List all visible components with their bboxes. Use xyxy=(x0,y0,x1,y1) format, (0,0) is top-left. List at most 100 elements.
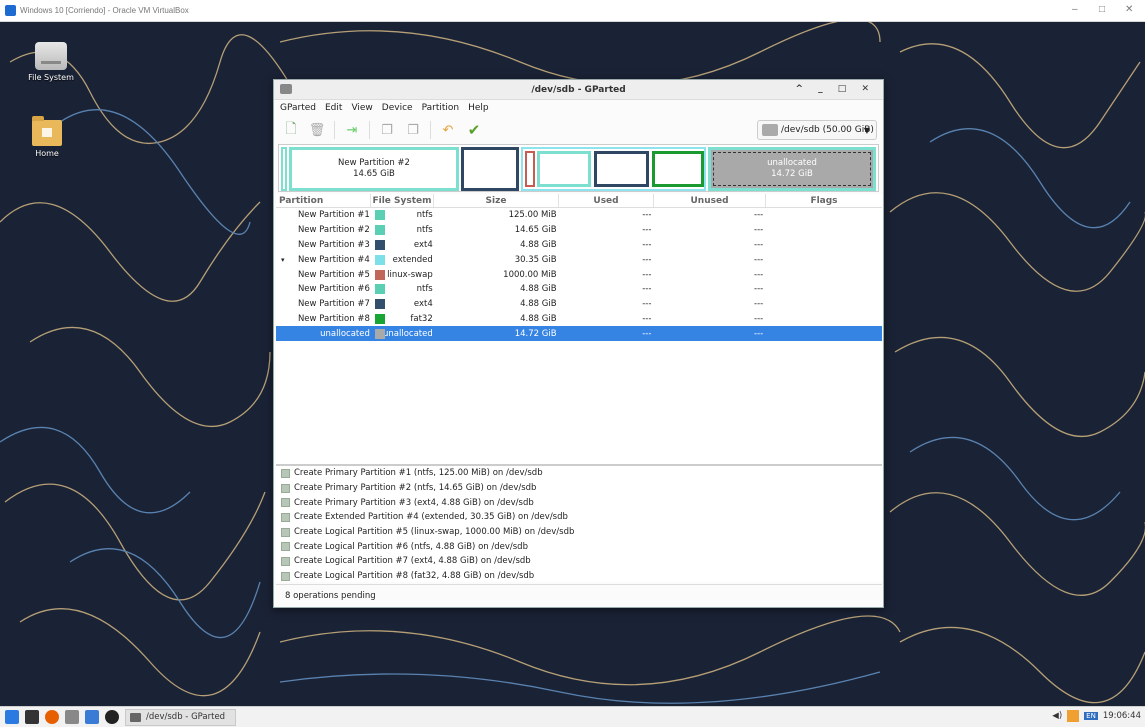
column-unused[interactable]: Unused xyxy=(654,194,766,207)
cell-size: 30.35 GiB xyxy=(514,254,557,265)
undo-button[interactable]: ↶ xyxy=(439,121,457,139)
map-partition-5[interactable] xyxy=(525,151,535,187)
operation-icon xyxy=(281,542,290,552)
map-unallocated-size: 14.72 GiB xyxy=(771,169,813,179)
window-controls[interactable]: ^ _ □ ✕ xyxy=(796,84,876,94)
menu-gparted[interactable]: GParted xyxy=(280,103,316,113)
desktop-icon-home[interactable]: Home xyxy=(12,116,82,158)
list-item[interactable]: Create Logical Partition #6 (ntfs, 4.88 … xyxy=(276,539,882,554)
vm-minimize-button[interactable]: – xyxy=(1072,4,1078,15)
table-row[interactable]: New Partition #1 ntfs 125.00 MiB --- --- xyxy=(276,208,882,223)
table-row[interactable]: New Partition #7 ext4 4.88 GiB --- --- xyxy=(276,297,882,312)
map-partition-8[interactable] xyxy=(652,151,704,187)
table-row[interactable]: ▾ New Partition #4 extended 30.35 GiB --- --- xyxy=(276,252,882,267)
table-body: New Partition #1 ntfs 125.00 MiB --- --- New … xyxy=(276,208,882,342)
operation-icon xyxy=(281,556,290,566)
new-partition-button[interactable]: 🗋 xyxy=(282,121,300,139)
clock[interactable]: 19:06:44 xyxy=(1103,711,1141,721)
column-flags[interactable]: Flags xyxy=(766,194,882,207)
cell-used: --- xyxy=(642,284,652,295)
table-row[interactable]: New Partition #2 ntfs 14.65 GiB --- --- xyxy=(276,223,882,238)
filesystem-color-swatch xyxy=(375,210,385,221)
copy-icon: ❐ xyxy=(381,122,393,138)
paste-button[interactable]: ❐ xyxy=(404,121,422,139)
operation-label: Create Logical Partition #5 (linux-swap,… xyxy=(294,527,575,538)
cell-unused: --- xyxy=(754,254,764,265)
cell-used: --- xyxy=(642,225,652,236)
expander-icon[interactable]: ▾ xyxy=(281,256,285,264)
list-item[interactable]: Create Extended Partition #4 (extended, … xyxy=(276,510,882,525)
map-partition-6[interactable] xyxy=(537,151,591,187)
menu-view[interactable]: View xyxy=(351,103,372,113)
cell-used: --- xyxy=(642,254,652,265)
desktop-icon-label: Home xyxy=(35,149,59,158)
menu-edit[interactable]: Edit xyxy=(325,103,342,113)
map-partition-1[interactable] xyxy=(281,147,287,191)
cell-partition: New Partition #1 xyxy=(297,210,370,221)
map-partition-3[interactable] xyxy=(461,147,519,191)
app-menu-icon[interactable] xyxy=(5,710,19,724)
firefox-icon[interactable] xyxy=(45,710,59,724)
undo-icon: ↶ xyxy=(442,122,454,138)
cell-used: --- xyxy=(642,299,652,310)
keyboard-layout-icon[interactable]: EN xyxy=(1084,712,1098,720)
taskbar-task-gparted[interactable]: /dev/sdb - GParted xyxy=(125,708,237,726)
map-partition-2[interactable]: New Partition #2 14.65 GiB xyxy=(289,147,459,191)
text-editor-icon[interactable] xyxy=(85,710,99,724)
cell-size: 4.88 GiB xyxy=(520,284,557,295)
table-row[interactable]: unallocated unallocated 14.72 GiB --- --- xyxy=(276,326,882,342)
table-row[interactable]: New Partition #5 linux-swap 1000.00 MiB ---… xyxy=(276,267,882,282)
operation-label: Create Primary Partition #1 (ntfs, 125.0… xyxy=(294,468,543,479)
list-item[interactable]: Create Primary Partition #3 (ext4, 4.88 … xyxy=(276,495,882,510)
resize-move-button[interactable]: ⇥ xyxy=(343,121,361,139)
delete-button[interactable]: 🗑 xyxy=(308,121,326,139)
cell-used: --- xyxy=(642,313,652,324)
settings-icon[interactable] xyxy=(105,710,119,724)
list-item[interactable]: Create Logical Partition #7 (ext4, 4.88 … xyxy=(276,554,882,569)
toolbar-separator xyxy=(430,121,431,139)
filesystem-color-swatch xyxy=(375,284,385,295)
column-file-system[interactable]: File System xyxy=(371,194,434,207)
map-unallocated[interactable]: unallocated 14.72 GiB xyxy=(708,147,876,191)
map-partition-7[interactable] xyxy=(594,151,649,187)
volume-icon[interactable]: ◀) xyxy=(1052,711,1062,721)
list-item[interactable]: Create Logical Partition #5 (linux-swap,… xyxy=(276,525,882,540)
gparted-window: /dev/sdb - GParted ^ _ □ ✕ GParted Edit … xyxy=(273,79,884,608)
window-title: /dev/sdb - GParted xyxy=(531,84,626,95)
map-partition-2-name: New Partition #2 xyxy=(338,158,410,168)
apply-button[interactable]: ✔ xyxy=(465,121,483,139)
drive-icon xyxy=(35,42,67,70)
cell-size: 4.88 GiB xyxy=(520,239,557,250)
toolbar-separator xyxy=(369,121,370,139)
filesystem-color-swatch xyxy=(375,313,385,324)
cell-unused: --- xyxy=(754,284,764,295)
table-row[interactable]: New Partition #8 fat32 4.88 GiB --- --- xyxy=(276,312,882,327)
window-titlebar[interactable]: /dev/sdb - GParted ^ _ □ ✕ xyxy=(274,80,883,100)
column-used[interactable]: Used xyxy=(559,194,654,207)
cell-unused: --- xyxy=(754,313,764,324)
desktop-icon-file-system[interactable]: File System xyxy=(16,42,86,82)
list-item[interactable]: Create Primary Partition #2 (ntfs, 14.65… xyxy=(276,481,882,496)
copy-button[interactable]: ❐ xyxy=(378,121,396,139)
operation-label: Create Primary Partition #3 (ext4, 4.88 … xyxy=(294,497,534,508)
column-size[interactable]: Size xyxy=(434,194,559,207)
operation-icon xyxy=(281,527,290,537)
menubar: GParted Edit View Device Partition Help xyxy=(274,100,883,116)
vm-maximize-button[interactable]: □ xyxy=(1099,4,1105,15)
file-manager-icon[interactable] xyxy=(65,710,79,724)
cell-partition: New Partition #7 xyxy=(297,299,370,310)
vm-close-button[interactable]: ✕ xyxy=(1125,4,1133,15)
device-selector[interactable]: /dev/sdb (50.00 GiB) ▼ xyxy=(757,120,877,140)
menu-device[interactable]: Device xyxy=(382,103,413,113)
chevron-down-icon: ▼ xyxy=(863,125,870,135)
column-partition[interactable]: Partition xyxy=(276,194,371,207)
list-item[interactable]: Create Logical Partition #8 (fat32, 4.88… xyxy=(276,569,882,584)
terminal-icon[interactable] xyxy=(25,710,39,724)
menu-help[interactable]: Help xyxy=(468,103,489,113)
list-item[interactable]: Create Primary Partition #1 (ntfs, 125.0… xyxy=(276,466,882,481)
update-icon[interactable] xyxy=(1067,710,1080,722)
menu-partition[interactable]: Partition xyxy=(422,103,460,113)
table-row[interactable]: New Partition #3 ext4 4.88 GiB --- --- xyxy=(276,238,882,253)
table-row[interactable]: New Partition #6 ntfs 4.88 GiB --- --- xyxy=(276,282,882,297)
virtualbox-titlebar: Windows 10 [Corriendo] - Oracle VM Virtu… xyxy=(0,0,1145,22)
